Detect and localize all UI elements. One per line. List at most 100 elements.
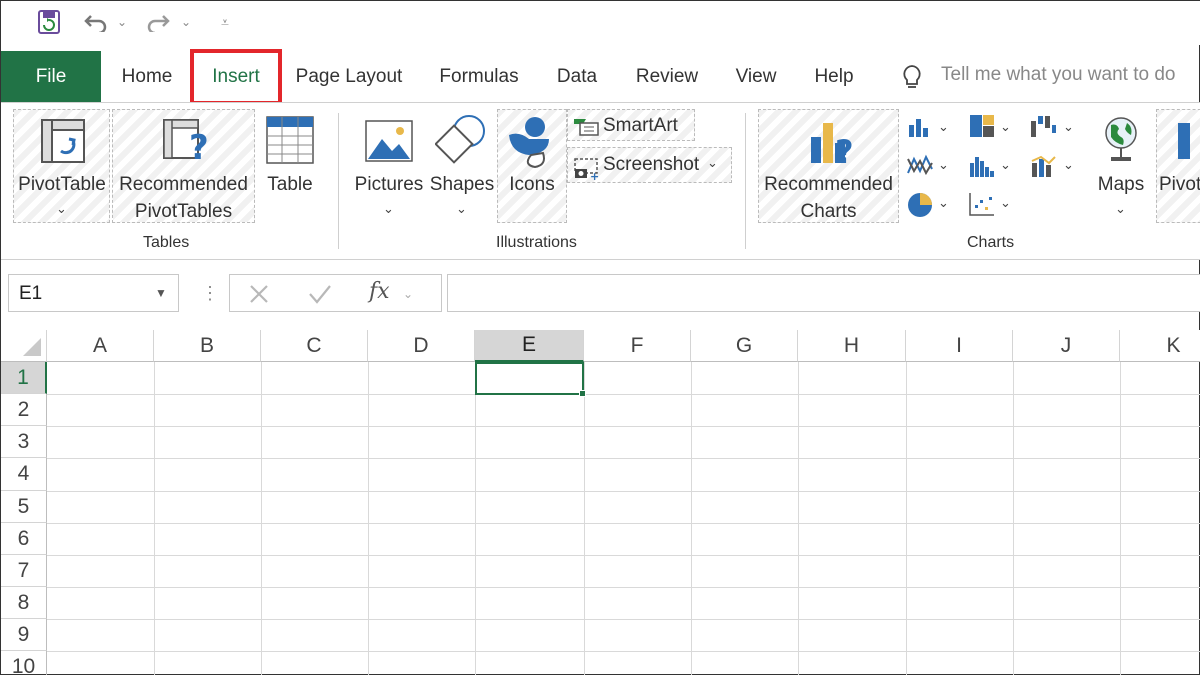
- formula-input[interactable]: [447, 274, 1200, 312]
- pivot-table-dropdown-icon[interactable]: ⌄: [56, 201, 67, 217]
- statistic-chart-dropdown-icon[interactable]: ⌄: [1000, 157, 1011, 173]
- tab-help[interactable]: Help: [805, 51, 863, 103]
- screenshot-label: Screenshot: [603, 154, 700, 175]
- waterfall-chart-dropdown-icon[interactable]: ⌄: [1063, 119, 1074, 135]
- tab-home[interactable]: Home: [106, 51, 188, 103]
- row-header-1[interactable]: 1: [1, 362, 47, 394]
- tab-formulas[interactable]: Formulas: [429, 51, 529, 103]
- grid-line: [261, 362, 262, 675]
- grid-line: [47, 491, 1200, 492]
- icons-icon: [505, 113, 559, 174]
- svg-text:?: ?: [189, 128, 209, 165]
- redo-icon[interactable]: [143, 7, 173, 37]
- column-header-g[interactable]: G: [691, 330, 798, 362]
- undo-dropdown-icon[interactable]: ⌄: [113, 7, 131, 37]
- pictures-label[interactable]: Pictures: [351, 171, 427, 198]
- column-header-b[interactable]: B: [154, 330, 261, 362]
- scatter-chart-icon[interactable]: [968, 191, 996, 222]
- fill-handle[interactable]: [579, 390, 586, 397]
- undo-icon[interactable]: [81, 7, 111, 37]
- column-header-d[interactable]: D: [368, 330, 475, 362]
- insert-function-icon[interactable]: fx: [369, 279, 390, 304]
- enter-icon[interactable]: [307, 282, 333, 311]
- screenshot-dropdown-icon[interactable]: ⌄: [707, 155, 718, 171]
- pie-chart-icon[interactable]: [906, 191, 934, 224]
- smartart-icon: [572, 115, 600, 142]
- row-header-8[interactable]: 8: [1, 587, 47, 619]
- hierarchy-chart-dropdown-icon[interactable]: ⌄: [1000, 119, 1011, 135]
- column-header-j[interactable]: J: [1013, 330, 1120, 362]
- pictures-dropdown-icon[interactable]: ⌄: [383, 201, 394, 217]
- column-header-h[interactable]: H: [798, 330, 906, 362]
- column-header-k[interactable]: K: [1120, 330, 1200, 362]
- shapes-label[interactable]: Shapes: [429, 171, 495, 198]
- maps-dropdown-icon[interactable]: ⌄: [1115, 201, 1126, 217]
- pie-chart-dropdown-icon[interactable]: ⌄: [938, 195, 949, 211]
- line-chart-icon[interactable]: [906, 153, 934, 184]
- grid-line: [906, 362, 907, 675]
- tab-view[interactable]: View: [725, 51, 787, 103]
- maps-label[interactable]: Maps: [1091, 171, 1151, 198]
- selected-cell-e1[interactable]: [475, 362, 584, 395]
- tab-insert[interactable]: Insert: [190, 49, 282, 105]
- combo-chart-dropdown-icon[interactable]: ⌄: [1063, 157, 1074, 173]
- grid-line: [47, 458, 1200, 459]
- tab-review[interactable]: Review: [627, 51, 707, 103]
- select-all-corner[interactable]: [1, 330, 47, 362]
- combo-chart-icon[interactable]: [1029, 153, 1057, 184]
- formula-bar-grip-icon[interactable]: ⋮: [201, 283, 219, 304]
- grid-line: [475, 362, 476, 675]
- name-box[interactable]: E1: [8, 274, 179, 312]
- shapes-dropdown-icon[interactable]: ⌄: [456, 201, 467, 217]
- waterfall-chart-icon[interactable]: [1029, 113, 1057, 144]
- tab-page-layout[interactable]: Page Layout: [288, 51, 410, 103]
- column-chart-dropdown-icon[interactable]: ⌄: [938, 119, 949, 135]
- grid-line: [368, 362, 369, 675]
- recommended-charts-label-2: Charts: [800, 201, 857, 222]
- column-chart-icon[interactable]: [906, 115, 934, 144]
- line-chart-dropdown-icon[interactable]: ⌄: [938, 157, 949, 173]
- row-header-10[interactable]: 10: [1, 651, 47, 675]
- customize-toolbar-icon[interactable]: ⩡: [215, 7, 235, 37]
- tab-file[interactable]: File: [1, 51, 101, 103]
- grid-line: [1013, 362, 1014, 675]
- cancel-icon[interactable]: [247, 282, 271, 311]
- tell-me-search[interactable]: Tell me what you want to do: [941, 64, 1175, 86]
- group-label-tables: Tables: [143, 234, 190, 251]
- row-header-9[interactable]: 9: [1, 619, 47, 651]
- row-header-2[interactable]: 2: [1, 394, 47, 426]
- pivot-chart-label: Pivot: [1159, 174, 1200, 195]
- column-header-i[interactable]: I: [906, 330, 1013, 362]
- column-header-f[interactable]: F: [584, 330, 691, 362]
- fx-dropdown-icon[interactable]: ⌄: [403, 287, 413, 301]
- group-label-charts: Charts: [967, 234, 1015, 251]
- worksheet-grid[interactable]: A B C D E F G H I J K 1 2 3 4 5 6 7 8 9 …: [1, 330, 1200, 675]
- group-separator: [745, 113, 746, 249]
- column-header-e[interactable]: E: [475, 330, 584, 362]
- row-header-5[interactable]: 5: [1, 491, 47, 523]
- row-header-7[interactable]: 7: [1, 555, 47, 587]
- redo-dropdown-icon[interactable]: ⌄: [177, 7, 195, 37]
- grid-line: [47, 394, 1200, 395]
- column-header-c[interactable]: C: [261, 330, 368, 362]
- statistic-chart-icon[interactable]: [968, 153, 996, 184]
- row-header-3[interactable]: 3: [1, 426, 47, 458]
- table-icon[interactable]: [265, 115, 315, 170]
- scatter-chart-dropdown-icon[interactable]: ⌄: [1000, 195, 1011, 211]
- pictures-icon: [364, 117, 414, 170]
- recommended-pivot-icon: ?: [161, 115, 213, 170]
- grid-line: [691, 362, 692, 675]
- screenshot-icon: +: [573, 157, 601, 186]
- row-header-6[interactable]: 6: [1, 523, 47, 555]
- hierarchy-chart-icon[interactable]: [968, 113, 996, 144]
- svg-text:+: +: [590, 170, 599, 181]
- table-label[interactable]: Table: [259, 171, 321, 198]
- tab-data[interactable]: Data: [547, 51, 607, 103]
- column-header-a[interactable]: A: [47, 330, 154, 362]
- name-box-dropdown-icon[interactable]: ▼: [155, 286, 167, 300]
- recommended-charts-label-1: Recommended: [764, 174, 893, 195]
- row-header-4[interactable]: 4: [1, 458, 47, 491]
- autosave-icon[interactable]: [31, 7, 67, 37]
- grid-line: [47, 555, 1200, 556]
- recommended-pivot-label-2: PivotTables: [134, 201, 233, 222]
